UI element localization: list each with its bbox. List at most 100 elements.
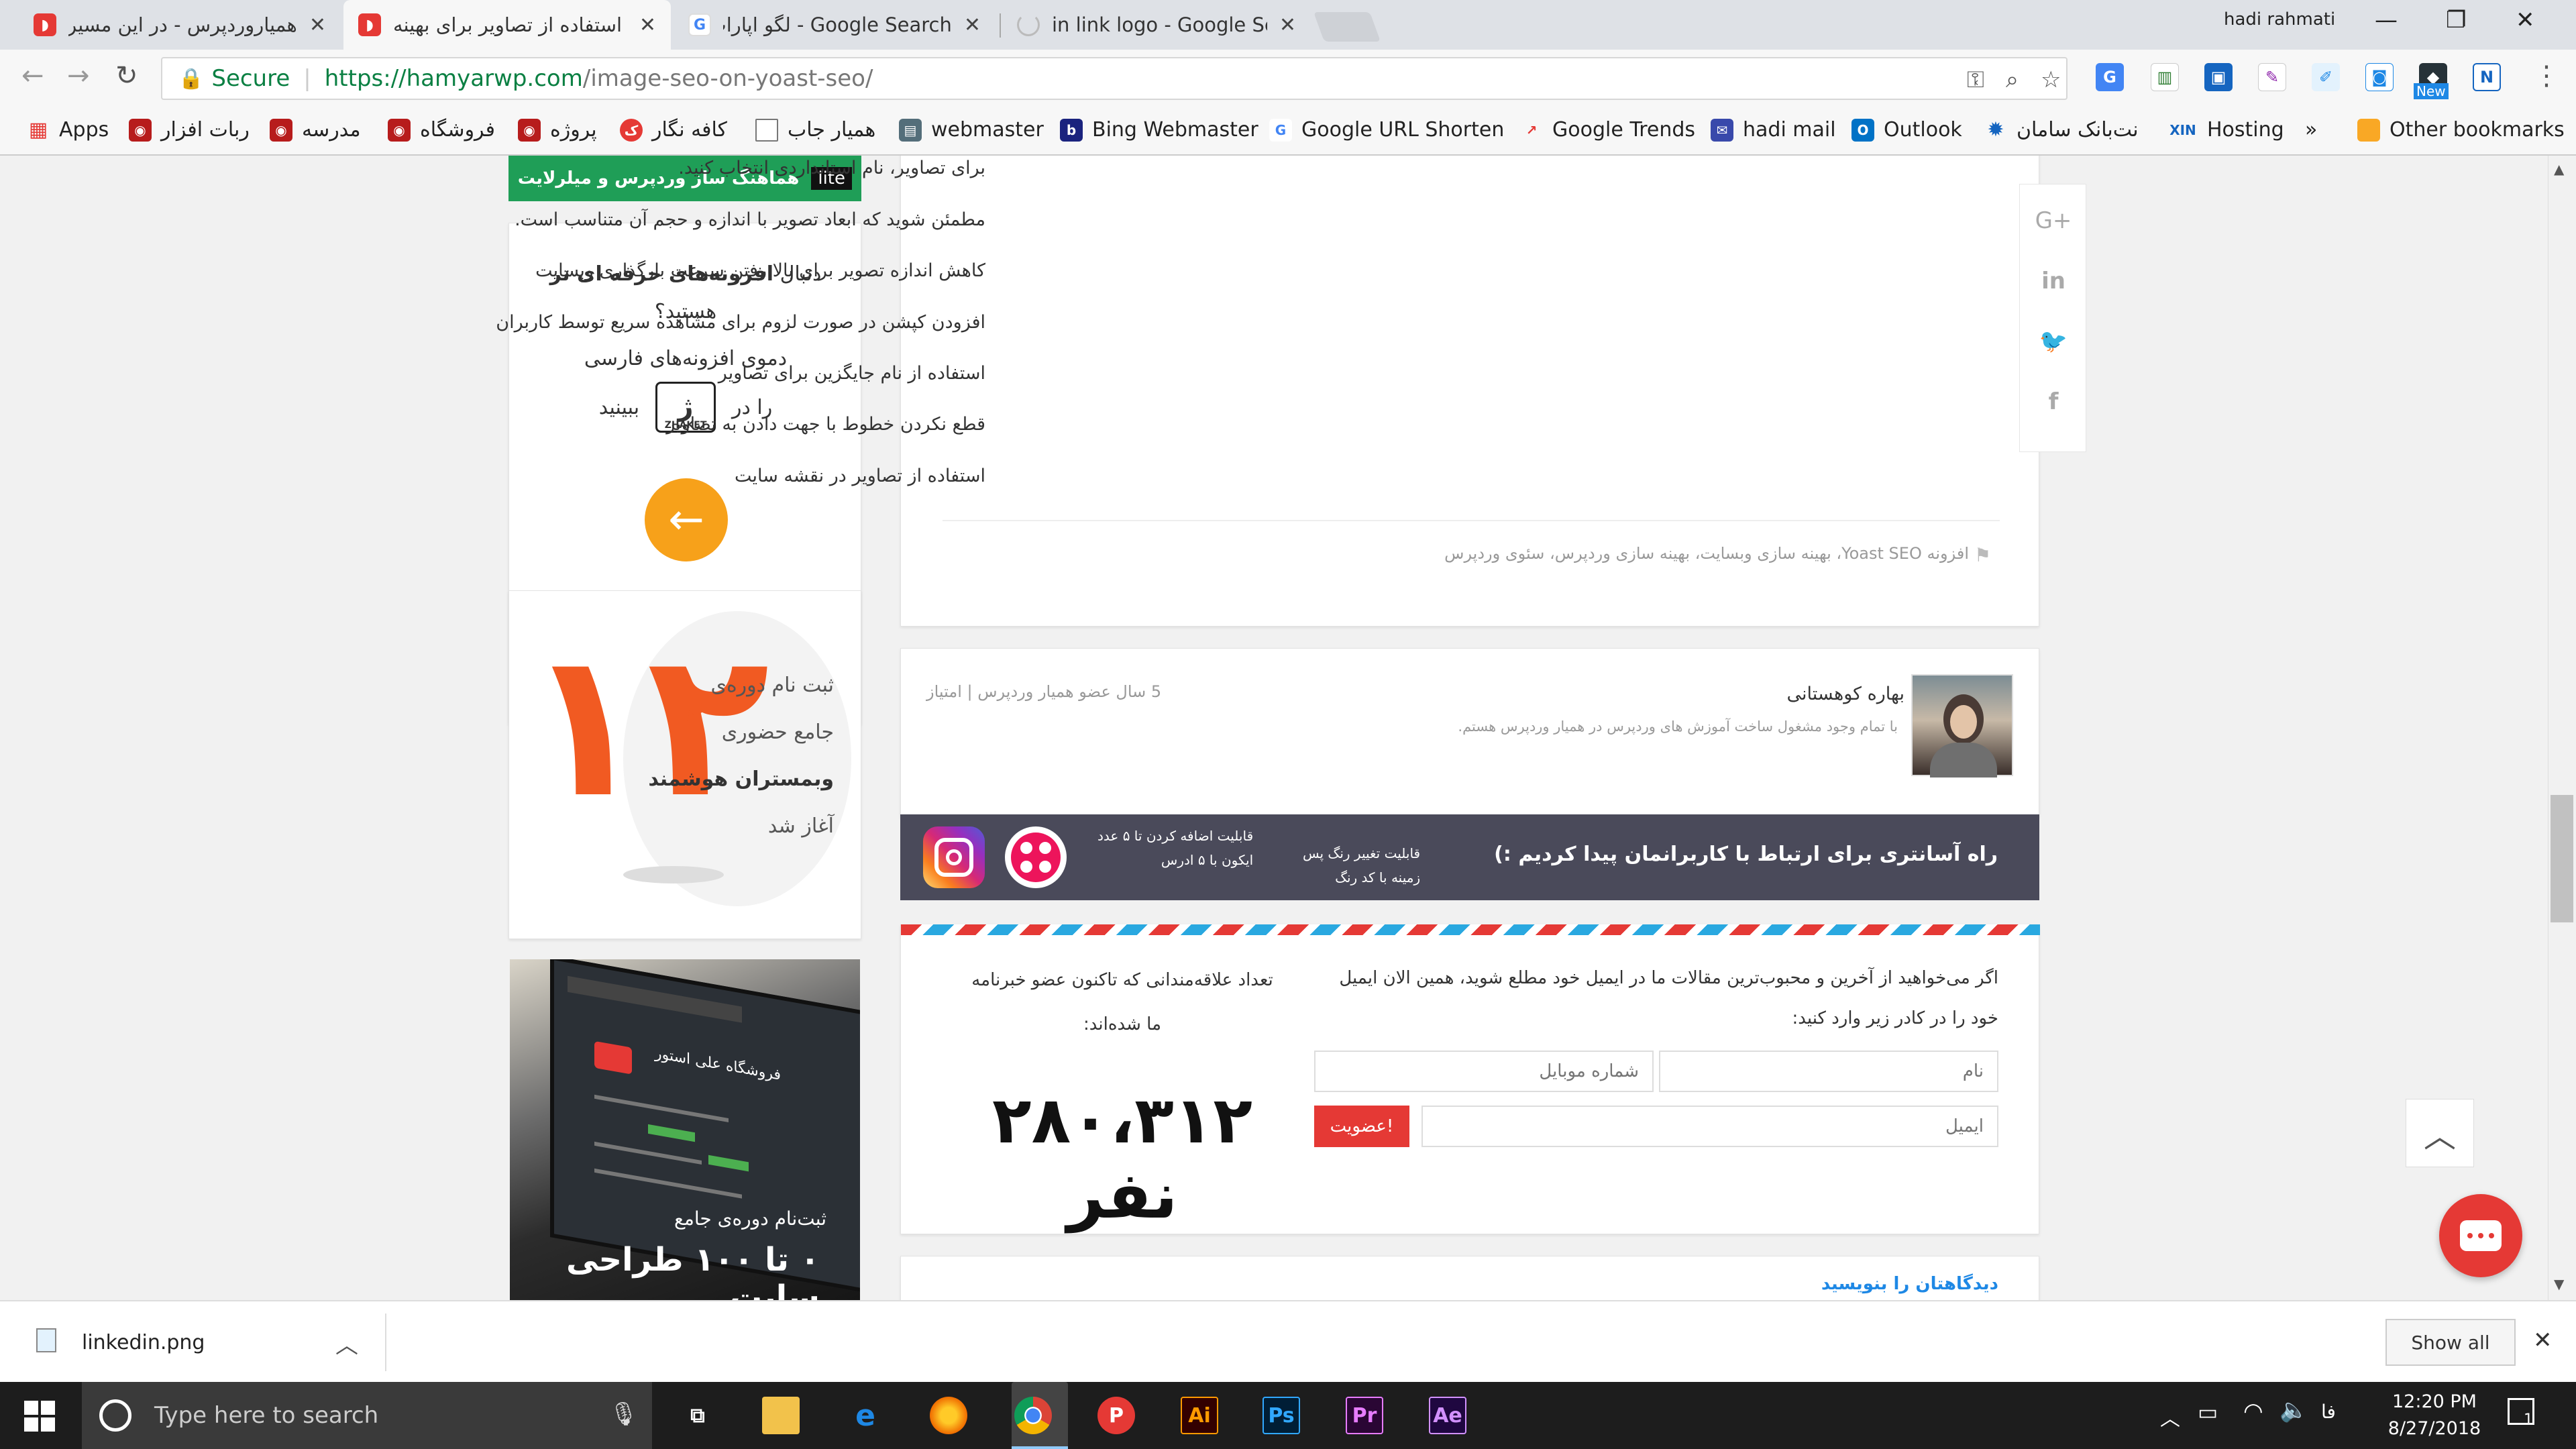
- checklist-item: استفاده از تصاویر در نقشه سایت: [734, 466, 985, 486]
- pen-ext-icon[interactable]: ✎: [2258, 63, 2286, 91]
- bookmark-robot[interactable]: ◉ ربات افزار: [129, 118, 250, 142]
- profile-name[interactable]: hadi rahmati: [2224, 9, 2335, 30]
- windows-start-icon[interactable]: [24, 1401, 55, 1432]
- twitter-icon[interactable]: 🐦: [2020, 328, 2087, 355]
- close-icon[interactable]: ✕: [639, 13, 656, 37]
- tab-google-aparat[interactable]: G Google Search - لگو اپارات ✕: [674, 0, 996, 50]
- course-ad-card[interactable]: ۱۲ ثبت نام دوره‌ی جامع حضوری غیر وبمستران…: [508, 590, 861, 939]
- taskbar-search[interactable]: Type here to search 🎙: [82, 1382, 652, 1449]
- capture-ext-icon[interactable]: ◙: [2365, 63, 2394, 91]
- bookmark-shop[interactable]: ◉ فروشگاه: [388, 118, 495, 142]
- google-icon: G: [1269, 118, 1292, 142]
- clock[interactable]: 12:20 PM 8/27/2018: [2377, 1389, 2491, 1442]
- bookmark-school[interactable]: ◉ مدرسه: [270, 118, 361, 142]
- reload-icon[interactable]: ↻: [115, 60, 138, 91]
- file-explorer-icon[interactable]: [762, 1397, 800, 1434]
- key-icon[interactable]: ⚿: [1967, 66, 1984, 93]
- hamyar-icon: ◉: [518, 118, 541, 142]
- photoshop-icon[interactable]: Ps: [1263, 1397, 1300, 1434]
- close-icon[interactable]: ✕: [964, 13, 981, 37]
- tab-linkedin-logo[interactable]: in link logo - Google Search ✕: [1002, 0, 1311, 50]
- hamyarwp-icon: ◗: [358, 13, 381, 36]
- comment-title: دیدگاهتان را بنویسید: [1821, 1274, 1998, 1294]
- after-effects-icon[interactable]: Ae: [1429, 1397, 1466, 1434]
- volume-icon[interactable]: 🔈: [2279, 1397, 2308, 1424]
- bookmark-bing[interactable]: b Bing Webmaster: [1060, 118, 1258, 142]
- name-field[interactable]: [1659, 1051, 1998, 1092]
- premiere-icon[interactable]: Pr: [1346, 1397, 1383, 1434]
- tab-image-seo[interactable]: ◗ استفاده از تصاویر برای بهینه ✕: [343, 0, 671, 50]
- zoom-icon[interactable]: ⌕: [2006, 66, 2019, 93]
- chart-ext-icon[interactable]: ▥: [2151, 63, 2179, 91]
- article-tags[interactable]: افزونه Yoast SEO، بهینه سازی وبسایت، بهی…: [1444, 544, 1969, 563]
- arrow-left-icon[interactable]: ←: [645, 478, 728, 561]
- bookmark-mail[interactable]: ✉ hadi mail: [1711, 118, 1836, 142]
- bookmark-trends[interactable]: ↗ Google Trends: [1520, 118, 1695, 142]
- chevron-up-tray-icon[interactable]: ︿: [2160, 1402, 2180, 1432]
- wifi-icon[interactable]: ◠: [2243, 1398, 2263, 1425]
- star-icon[interactable]: ☆: [2041, 66, 2061, 93]
- subscribe-button[interactable]: عضویت!: [1314, 1106, 1409, 1147]
- bookmark-hosting[interactable]: XIN Hosting: [2168, 118, 2284, 142]
- count-label2: ما شده‌اند:: [1083, 1014, 1162, 1034]
- translate-ext-icon[interactable]: G: [2096, 63, 2124, 91]
- chat-button[interactable]: [2439, 1194, 2522, 1277]
- chevron-up-icon[interactable]: ︿: [335, 1327, 358, 1360]
- new-tab-button[interactable]: [1313, 12, 1381, 42]
- email-field[interactable]: [1421, 1106, 1998, 1147]
- close-icon[interactable]: ✕: [1279, 13, 1296, 37]
- tab-hamyarwp-home[interactable]: ◗ همیاروردپرس - در این مسیر ✕: [19, 0, 341, 50]
- facebook-icon[interactable]: f: [2020, 388, 2087, 415]
- close-downloads-icon[interactable]: ✕: [2533, 1327, 2553, 1354]
- bookmark-job[interactable]: همیار جاب: [755, 118, 875, 142]
- scrollbar-thumb[interactable]: [2551, 795, 2573, 922]
- bookmark-url-shortener[interactable]: G Google URL Shortene: [1269, 118, 1504, 142]
- microphone-icon[interactable]: 🎙: [609, 1401, 638, 1428]
- battery-icon[interactable]: ▭: [2198, 1399, 2218, 1425]
- bookmarks-bar: ▦ Apps ◉ ربات افزار ◉ مدرسه ◉ فروشگاه ◉ پروژه…: [0, 107, 2576, 156]
- edge-icon[interactable]: e: [847, 1397, 884, 1434]
- course-line2: جامع حضوری: [721, 720, 834, 744]
- vertical-scrollbar[interactable]: ▲ ▼: [2548, 156, 2576, 1300]
- bookmark-webmaster[interactable]: ▤ webmaster: [899, 118, 1044, 142]
- task-view-icon[interactable]: ⧉: [679, 1397, 716, 1434]
- course-line4: آغاز شد: [767, 814, 834, 838]
- bookmark-outlook[interactable]: O Outlook: [1851, 118, 1962, 142]
- mobile-field[interactable]: [1314, 1051, 1654, 1092]
- psiphon-icon[interactable]: P: [1097, 1397, 1135, 1434]
- back-to-top-button[interactable]: ︿: [2406, 1099, 2474, 1167]
- author-name[interactable]: بهاره کوهستانی: [1787, 684, 1904, 704]
- tab-title: Google Search - لگو اپارات: [723, 13, 952, 36]
- aparat-icon[interactable]: [1005, 826, 1067, 888]
- note-ext-icon[interactable]: ✐: [2312, 63, 2340, 91]
- close-icon[interactable]: ✕: [309, 13, 326, 37]
- firefox-icon[interactable]: [930, 1397, 967, 1434]
- illustrator-icon[interactable]: Ai: [1181, 1397, 1218, 1434]
- design-course-ad[interactable]: فروشگاه علی استور ثبت‌نام دوره‌ی جامع ۰ …: [510, 959, 860, 1300]
- window-close-icon[interactable]: ✕: [2516, 7, 2535, 34]
- minimize-icon[interactable]: —: [2375, 7, 2398, 34]
- bookmark-saman[interactable]: ✹ نت‌بانک سامان: [1984, 118, 2138, 142]
- back-icon[interactable]: ←: [21, 60, 44, 91]
- n-ext-icon[interactable]: N: [2473, 63, 2501, 91]
- show-all-button[interactable]: Show all: [2385, 1319, 2516, 1366]
- download-filename[interactable]: linkedin.png: [82, 1331, 205, 1354]
- restore-icon[interactable]: ❐: [2446, 7, 2466, 34]
- bookmark-other[interactable]: Other bookmarks: [2357, 118, 2565, 142]
- language-indicator[interactable]: فا: [2321, 1401, 2336, 1423]
- address-bar[interactable]: 🔒 Secure | https://hamyarwp.com /image-s…: [161, 57, 2068, 100]
- briefcase-ext-icon[interactable]: ▣: [2204, 63, 2233, 91]
- linkedin-icon[interactable]: in: [2020, 268, 2087, 294]
- bookmark-project[interactable]: ◉ پروژه: [518, 118, 597, 142]
- forward-icon[interactable]: →: [67, 60, 90, 91]
- bookmark-cafe[interactable]: ک کافه نگار: [620, 118, 727, 142]
- instagram-icon[interactable]: [923, 826, 985, 888]
- chrome-icon[interactable]: [1014, 1397, 1052, 1434]
- course-line1: ثبت نام دوره‌ی: [710, 674, 834, 697]
- bookmarks-overflow[interactable]: »: [2305, 118, 2317, 142]
- menu-icon[interactable]: ⋮: [2533, 60, 2560, 91]
- google-plus-icon[interactable]: G+: [2020, 207, 2087, 234]
- bookmark-apps[interactable]: ▦ Apps: [27, 118, 109, 142]
- hamyarwp-icon: ◗: [34, 13, 56, 36]
- hamyar-icon: ◉: [270, 118, 292, 142]
